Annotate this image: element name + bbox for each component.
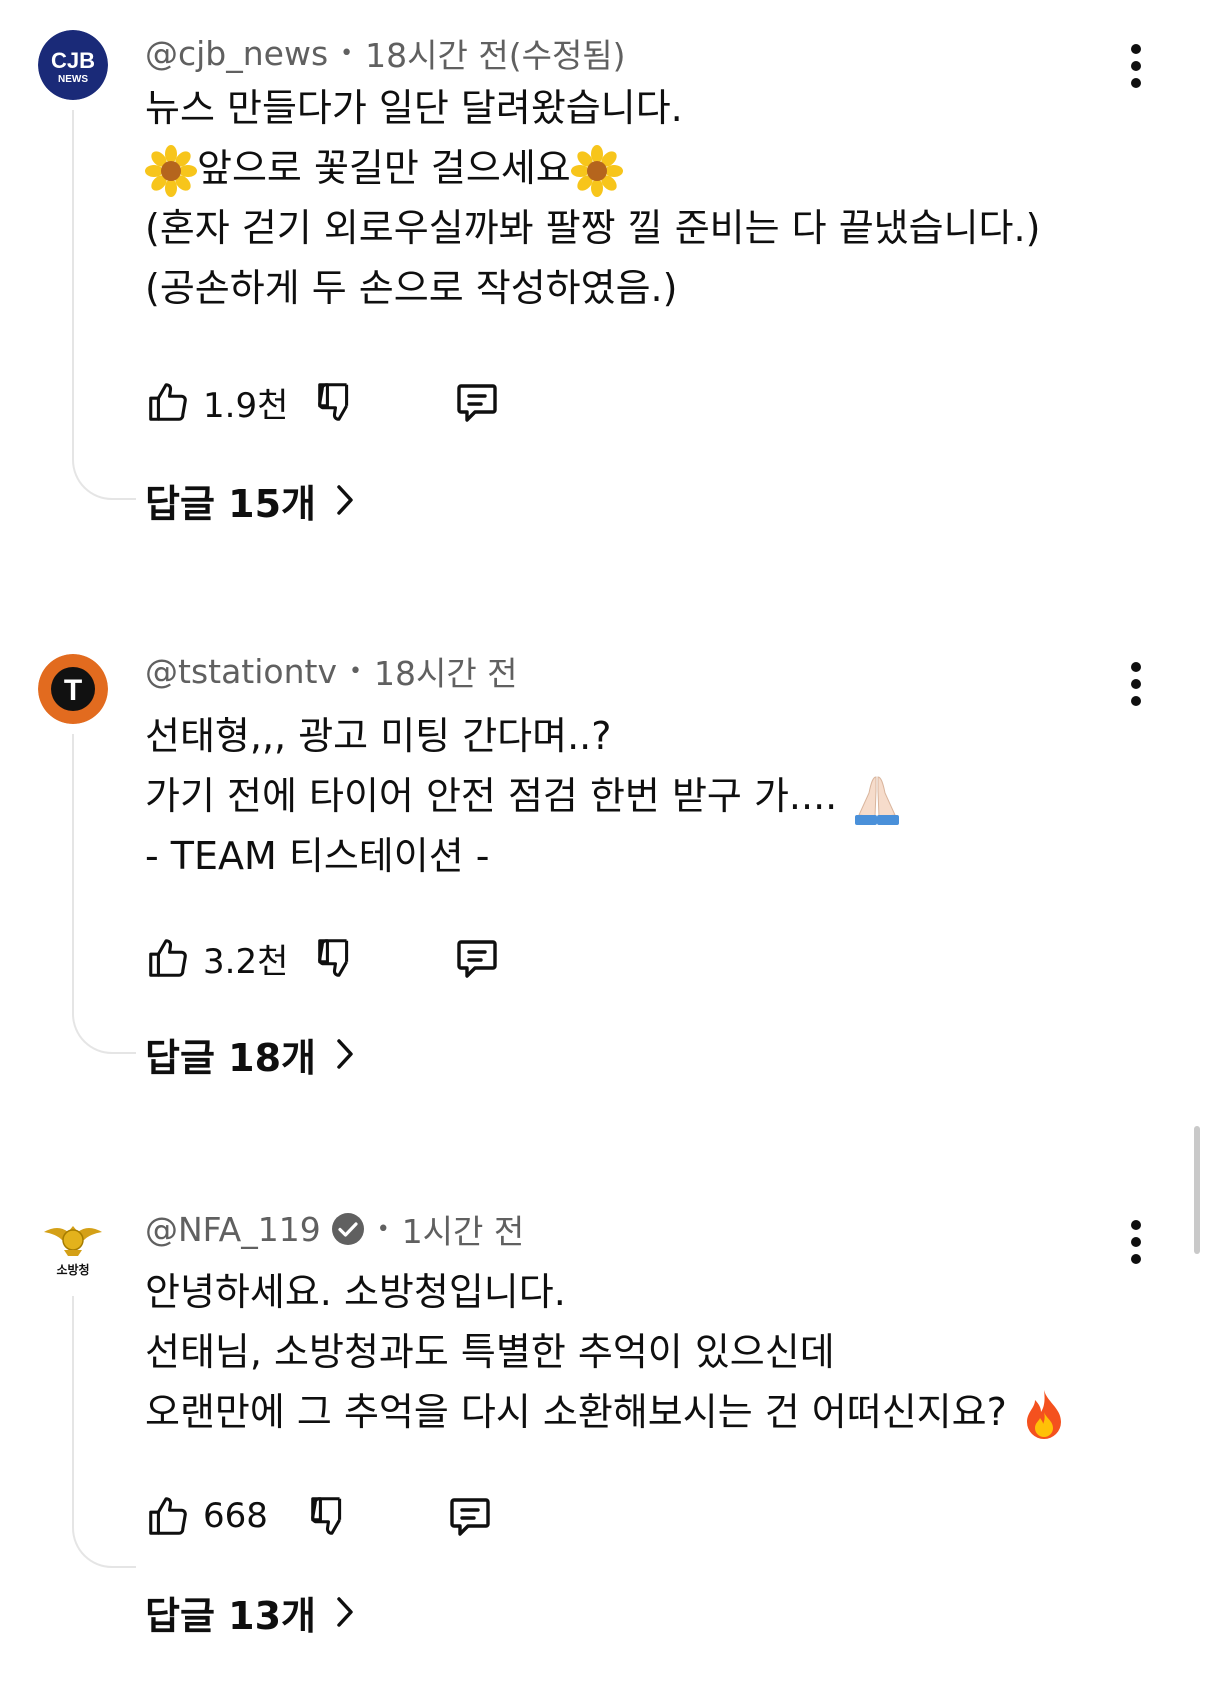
- comment-meta: @NFA_119 • 1시간 전: [145, 1204, 524, 1254]
- thread-line: [72, 1296, 136, 1568]
- dislike-button[interactable]: [314, 934, 360, 982]
- reply-button[interactable]: [452, 934, 502, 982]
- like-count: 1.9천: [203, 385, 289, 426]
- avatar[interactable]: CJB NEWS: [38, 30, 108, 100]
- comment-line-with-emoji: 오랜만에 그 추억을 다시 소환해보시는 건 어떠신지요?: [145, 1382, 1069, 1442]
- more-vertical-icon[interactable]: [1126, 662, 1146, 706]
- thread-line: [72, 110, 136, 500]
- meta-separator: •: [340, 40, 354, 66]
- replies-count-label: 답글 13개: [145, 1593, 316, 1638]
- comment-line: 안녕하세요. 소방청입니다.: [145, 1270, 566, 1314]
- scrollbar[interactable]: [1194, 1126, 1200, 1254]
- comment-icon: [457, 940, 498, 978]
- avatar-logo-text: T: [64, 674, 82, 707]
- dislike-button[interactable]: [314, 378, 360, 426]
- comment-line: (공손하게 두 손으로 작성하였음.): [145, 266, 678, 310]
- like-button[interactable]: 1.9천: [145, 378, 288, 427]
- chevron-right-icon: [337, 485, 353, 515]
- replies-count-label: 답글 18개: [145, 1035, 316, 1080]
- replies-count-label: 답글 15개: [145, 481, 316, 526]
- comment-line-text: 가기 전에 타이어 안전 점검 한번 받구 가....: [145, 774, 838, 818]
- thumbs-down-icon: [318, 383, 349, 421]
- thread-line: [72, 734, 136, 1054]
- comment-line: 선태님, 소방청과도 특별한 추억이 있으신데: [145, 1330, 835, 1374]
- more-vertical-icon[interactable]: [1126, 1220, 1146, 1264]
- thumbs-up-icon: [149, 939, 187, 977]
- replies-toggle[interactable]: 답글 15개: [145, 472, 356, 528]
- thumbs-down-icon: [311, 1497, 342, 1535]
- author-handle[interactable]: @cjb_news: [145, 34, 328, 73]
- like-count: 668: [203, 1496, 268, 1536]
- comment-meta: @cjb_news • 18시간 전(수정됨): [145, 28, 626, 78]
- avatar-logo-text: 소방청: [56, 1262, 89, 1277]
- comment-line: 뉴스 만들다가 일단 달려왔습니다.: [145, 86, 683, 130]
- dislike-button[interactable]: [307, 1492, 353, 1540]
- comment-icon: [450, 1498, 490, 1536]
- author-handle[interactable]: @NFA_119: [145, 1210, 321, 1249]
- avatar[interactable]: T: [38, 654, 108, 724]
- sunflower-emoji: [570, 144, 623, 197]
- comment-line: 선태형,,, 광고 미팅 간다며..?: [145, 714, 612, 758]
- verified-check-icon: [331, 1213, 364, 1245]
- comment-line: (혼자 걷기 외로우실까봐 팔짱 낄 준비는 다 끝냈습니다.): [145, 206, 1041, 250]
- sunflower-emoji: [145, 144, 197, 197]
- thumbs-up-icon: [149, 1497, 187, 1535]
- reply-button[interactable]: [452, 378, 502, 426]
- comment-line-with-emoji: 앞으로 꽃길만 걸으세요: [145, 138, 1040, 198]
- comment-time: 18시간 전(수정됨): [365, 36, 626, 75]
- chevron-right-icon: [337, 1597, 353, 1627]
- avatar-logo-text: CJB: [51, 48, 95, 73]
- more-vertical-icon[interactable]: [1126, 44, 1146, 88]
- like-button[interactable]: 668: [145, 1492, 281, 1540]
- comment-text: 안녕하세요. 소방청입니다. 선태님, 소방청과도 특별한 추억이 있으신데 오…: [145, 1262, 1069, 1442]
- author-handle[interactable]: @tstationtv: [145, 652, 337, 691]
- chevron-right-icon: [337, 1039, 353, 1069]
- replies-toggle[interactable]: 답글 18개: [145, 1026, 356, 1082]
- avatar-logo-subtext: NEWS: [58, 74, 88, 85]
- replies-toggle[interactable]: 답글 13개: [145, 1584, 356, 1640]
- comment-line-with-emoji: 가기 전에 타이어 안전 점검 한번 받구 가....: [145, 766, 905, 826]
- comment-meta: @tstationtv • 18시간 전: [145, 646, 518, 696]
- comment-actions: 3.2천: [145, 928, 502, 988]
- comment-line-text: 오랜만에 그 추억을 다시 소환해보시는 건 어떠신지요?: [145, 1390, 1007, 1434]
- comment-actions: 1.9천: [145, 372, 502, 432]
- comment-time: 1시간 전: [401, 1212, 525, 1251]
- comment-text: 뉴스 만들다가 일단 달려왔습니다. 앞으로 꽃길만 걸으세요 (혼자 걷기 외…: [145, 78, 1040, 318]
- comment-line: - TEAM 티스테이션 -: [145, 834, 490, 878]
- folded-hands-emoji: [855, 775, 900, 825]
- meta-separator: •: [348, 658, 362, 684]
- comment-text: 선태형,,, 광고 미팅 간다며..? 가기 전에 타이어 안전 점검 한번 받…: [145, 706, 905, 886]
- comment-actions: 668: [145, 1486, 495, 1546]
- comment-time: 18시간 전: [373, 654, 518, 693]
- fire-emoji: [1026, 1389, 1061, 1439]
- meta-separator: •: [376, 1216, 390, 1242]
- thumbs-up-icon: [149, 383, 187, 421]
- thumbs-down-icon: [318, 939, 349, 977]
- like-button[interactable]: 3.2천: [145, 934, 288, 983]
- reply-button[interactable]: [445, 1492, 495, 1540]
- avatar[interactable]: 소방청: [38, 1212, 108, 1282]
- comment-icon: [457, 384, 498, 422]
- comment-line-text: 앞으로 꽃길만 걸으세요: [197, 146, 571, 190]
- like-count: 3.2천: [203, 941, 289, 982]
